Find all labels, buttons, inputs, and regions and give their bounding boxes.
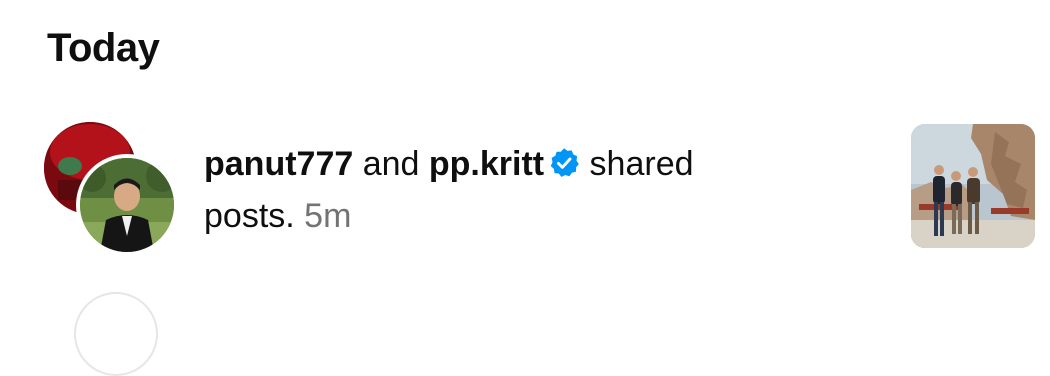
notification-text: panut777 and pp.kritt shared posts. 5m [204,138,814,242]
post-thumbnail[interactable] [911,124,1035,248]
section-title: Today [47,26,160,70]
verified-badge-icon [550,148,579,177]
username-panut777[interactable]: panut777 [204,145,353,183]
post-thumbnail-image [911,124,1035,248]
notification-row[interactable]: panut777 and pp.kritt shared posts. 5m [0,118,1050,258]
action-text-line1: shared [580,145,694,183]
avatar-pp-kritt[interactable] [76,154,178,256]
connector-text: and [353,145,429,183]
timestamp: 5m [304,197,352,235]
avatar-pp-kritt-image [80,158,174,252]
next-notification-avatar[interactable] [74,292,158,376]
action-text-line2: posts. [204,197,305,235]
username-pp-kritt[interactable]: pp.kritt [429,145,544,183]
avatar-stack[interactable] [44,122,178,256]
